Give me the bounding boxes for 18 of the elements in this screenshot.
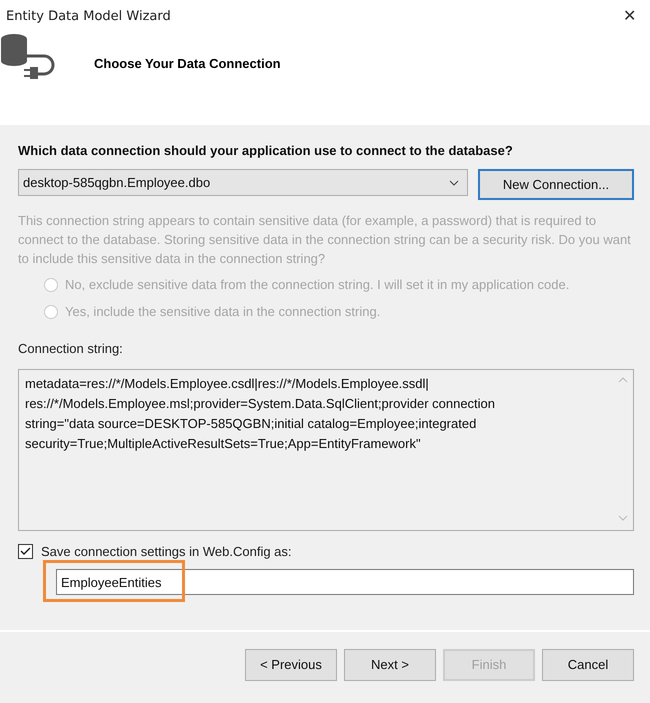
window-title: Entity Data Model Wizard <box>6 8 171 24</box>
checkbox[interactable] <box>18 544 33 559</box>
chevron-down-icon <box>449 180 459 186</box>
checkbox-label: Save connection settings in Web.Config as: <box>41 544 292 559</box>
connection-string-label: Connection string: <box>18 341 124 356</box>
entity-name-field[interactable]: EmployeeEntities <box>56 569 634 595</box>
wizard-button[interactable]: < Previous <box>245 648 337 680</box>
close-button[interactable]: ✕ <box>623 6 636 26</box>
wizard-button[interactable]: Cancel <box>542 648 634 680</box>
radio-label: No, exclude sensitive data from the connection string. I will set it in my application code. <box>65 277 570 292</box>
sensitive-data-notice: This connection string appears to contain sensitive data (for example, a password) that is required to connect to the database. Storing sensitive data in the connection string can be a security risk. Do you want to include this sensitive data in the connection string? <box>18 212 632 268</box>
page-heading: Choose Your Data Connection <box>94 56 281 70</box>
radio-label: Yes, include the sensitive data in the connection string. <box>65 304 380 319</box>
new-connection-button[interactable]: New Connection... <box>478 169 634 200</box>
question-label: Which data connection should your application use to connect to the database? <box>18 143 514 158</box>
connection-string-textarea[interactable]: metadata=res://*/Models.Employee.csdl|res://*/Models.Employee.ssdl| res://*/Models.Employee.msl;provider=System.Data.SqlClient;provider connection string="data source=DESKTOP-585QGBN;initial catalog=Employee;integrated security=True;MultipleActiveResultSets=True;App=EntityFramework" <box>18 369 634 531</box>
wizard-button[interactable]: Next > <box>344 648 436 680</box>
connection-dropdown[interactable]: desktop-585qgbn.Employee.dbo <box>18 169 468 196</box>
